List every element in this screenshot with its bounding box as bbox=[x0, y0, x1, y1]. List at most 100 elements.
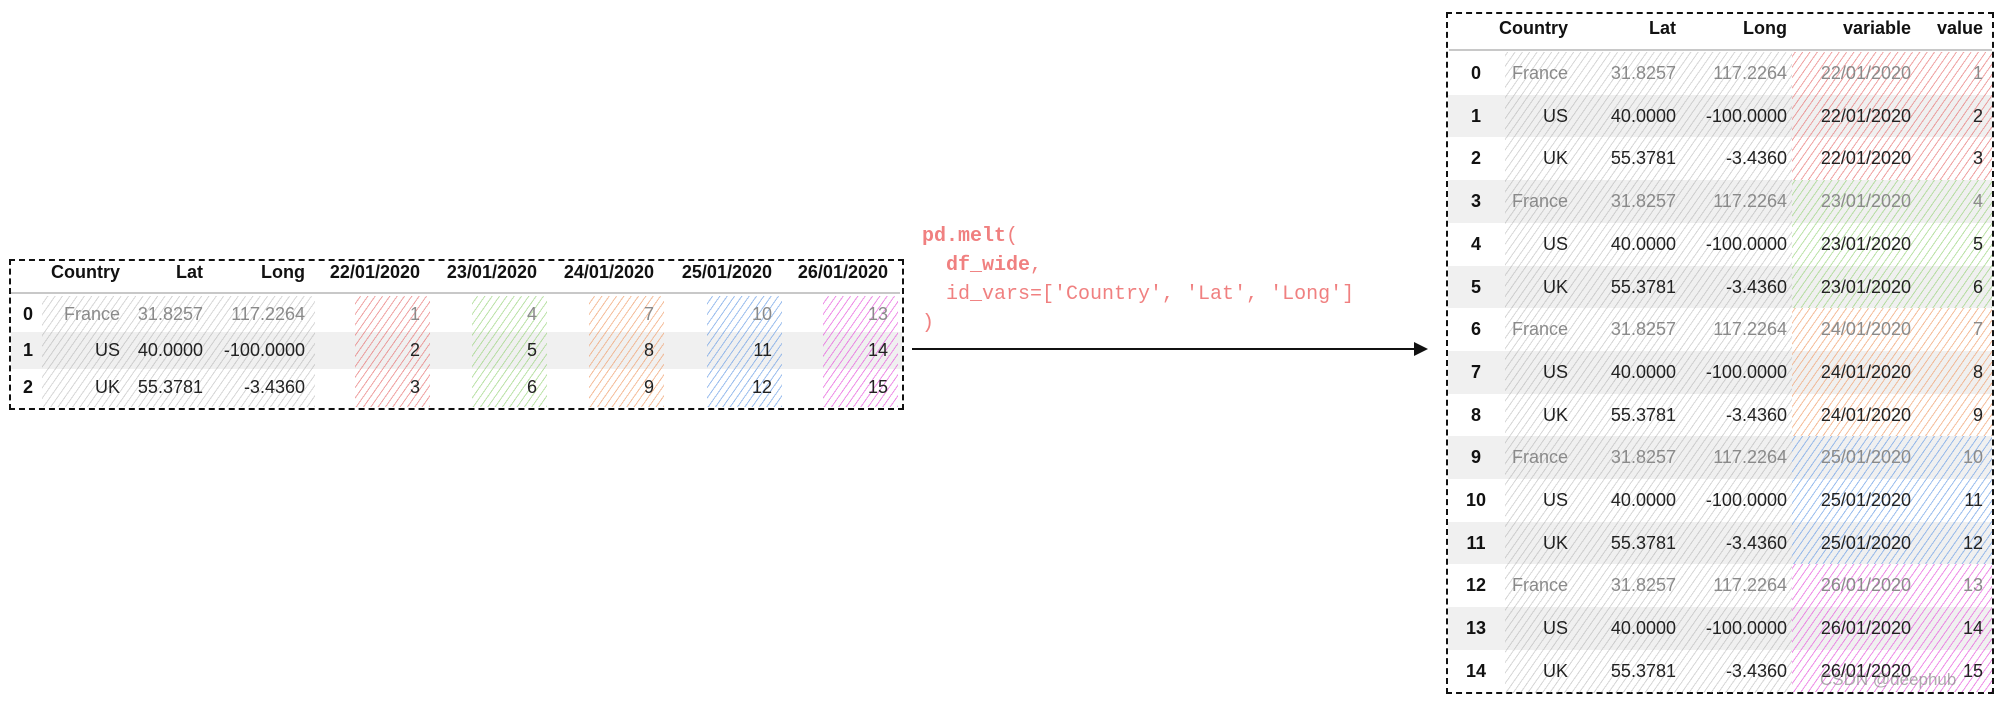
column-header: Country bbox=[1499, 18, 1568, 38]
table-cell: -100.0000 bbox=[1705, 618, 1787, 639]
table-cell: 24/01/2020 bbox=[1820, 361, 1911, 382]
column-header: Lat bbox=[176, 262, 203, 282]
melt-code: pd.melt( df_wide, id_vars=['Country', 'L… bbox=[922, 222, 1354, 338]
table-cell: 5 bbox=[526, 340, 537, 360]
table-cell: 40.0000 bbox=[1610, 490, 1676, 510]
table-cell: 55.3781 bbox=[1610, 276, 1676, 297]
column-header: Country bbox=[51, 262, 120, 282]
table-cell: UK bbox=[1542, 276, 1568, 297]
table-cell: 22/01/2020 bbox=[1820, 63, 1911, 83]
table-cell: 26/01/2020 bbox=[1820, 618, 1911, 639]
column-header: 26/01/2020 bbox=[797, 262, 888, 282]
table-cell: 9 bbox=[1972, 404, 1983, 425]
table-cell: -100.0000 bbox=[1705, 233, 1787, 254]
header-separator bbox=[11, 292, 900, 294]
table-cell: 25/01/2020 bbox=[1820, 490, 1911, 510]
table-cell: 2 bbox=[1972, 105, 1983, 126]
table-cell: 23/01/2020 bbox=[1820, 276, 1911, 297]
table-cell: 55.3781 bbox=[1610, 148, 1676, 169]
table-cell: 26/01/2020 bbox=[1820, 575, 1911, 596]
table-cell: US bbox=[1542, 361, 1568, 382]
table-cell: -3.4360 bbox=[1725, 148, 1787, 169]
table-cell: France bbox=[1511, 63, 1568, 83]
table-cell: -3.4360 bbox=[1725, 532, 1787, 553]
table-cell: 117.2264 bbox=[1713, 319, 1787, 340]
table-cell: 117.2264 bbox=[1713, 191, 1787, 212]
table-cell: 13 bbox=[1962, 575, 1983, 596]
table-cell: 9 bbox=[643, 377, 654, 397]
table-cell: 31.8257 bbox=[1610, 319, 1676, 340]
table-cell: 8 bbox=[643, 340, 654, 360]
table-cell: -100.0000 bbox=[1705, 105, 1787, 126]
column-header: Lat bbox=[1649, 18, 1676, 38]
code-arg-df: df_wide bbox=[946, 254, 1031, 277]
table-cell: -3.4360 bbox=[1725, 404, 1787, 425]
column-header: Long bbox=[1743, 18, 1787, 38]
code-id-vars: id_vars=['Country', 'Lat', 'Long'] bbox=[946, 283, 1355, 306]
column-header: 25/01/2020 bbox=[681, 262, 772, 282]
table-cell: 40.0000 bbox=[1610, 233, 1676, 254]
table-cell: 31.8257 bbox=[1610, 447, 1676, 468]
table-cell: 7 bbox=[1972, 319, 1983, 340]
table-cell: 40.0000 bbox=[1610, 361, 1676, 382]
table-cell: 40.0000 bbox=[1610, 105, 1676, 126]
column-header: 22/01/2020 bbox=[329, 262, 420, 282]
table-cell: 24/01/2020 bbox=[1820, 404, 1911, 425]
table-cell: 12 bbox=[751, 377, 772, 397]
table-cell: -3.4360 bbox=[243, 377, 305, 397]
table-cell: France bbox=[1511, 191, 1568, 212]
table-cell: 55.3781 bbox=[1610, 404, 1676, 425]
table-cell: 8 bbox=[1972, 361, 1983, 382]
table-cell: 23/01/2020 bbox=[1820, 233, 1911, 254]
table-cell: 31.8257 bbox=[1610, 63, 1676, 83]
column-header: Long bbox=[261, 262, 305, 282]
table-cell: 13 bbox=[867, 304, 888, 324]
watermark: CSDN @deephub bbox=[1820, 670, 1957, 689]
table-cell: US bbox=[1542, 618, 1568, 639]
code-paren-open: ( bbox=[1006, 225, 1019, 248]
code-func: pd.melt bbox=[922, 225, 1007, 248]
table-cell: 3 bbox=[1972, 148, 1983, 169]
arrow-head-icon bbox=[1414, 342, 1428, 356]
table-cell: US bbox=[1542, 233, 1568, 254]
table-cell: France bbox=[1511, 447, 1568, 468]
table-cell: -100.0000 bbox=[223, 340, 305, 360]
table-cell: 22/01/2020 bbox=[1820, 105, 1911, 126]
table-cell: 12 bbox=[1962, 532, 1983, 553]
table-cell: France bbox=[63, 304, 120, 324]
table-cell: 31.8257 bbox=[137, 304, 203, 324]
table-cell: 25/01/2020 bbox=[1820, 447, 1911, 468]
table-cell: 31.8257 bbox=[1610, 191, 1676, 212]
table-cell: 1 bbox=[1972, 63, 1983, 83]
table-cell: -3.4360 bbox=[1725, 660, 1787, 681]
table-cell: 25/01/2020 bbox=[1820, 532, 1911, 553]
table-cell: 2 bbox=[409, 340, 420, 360]
table-cell: 14 bbox=[1962, 618, 1983, 639]
table-cell: US bbox=[1542, 105, 1568, 126]
table-cell: 6 bbox=[526, 377, 537, 397]
table-cell: 11 bbox=[753, 340, 772, 360]
column-header: value bbox=[1936, 18, 1983, 38]
table-cell: 10 bbox=[751, 304, 772, 324]
table-cell: 14 bbox=[867, 340, 888, 360]
table-cell: 3 bbox=[409, 377, 420, 397]
table-cell: 4 bbox=[526, 304, 537, 324]
table-cell: 117.2264 bbox=[1713, 575, 1787, 596]
table-cell: UK bbox=[1542, 532, 1568, 553]
table-cell: -3.4360 bbox=[1725, 276, 1787, 297]
table-cell: France bbox=[1511, 575, 1568, 596]
table-cell: 117.2264 bbox=[1713, 63, 1787, 83]
table-cell: 10 bbox=[1962, 447, 1983, 468]
table-cell: 22/01/2020 bbox=[1820, 148, 1911, 169]
table-cell: 117.2264 bbox=[1713, 447, 1787, 468]
table-cell: 5 bbox=[1972, 233, 1983, 254]
code-paren-close: ) bbox=[922, 312, 935, 335]
table-cell: 24/01/2020 bbox=[1820, 319, 1911, 340]
table-cell: 1 bbox=[409, 304, 420, 324]
column-header: 23/01/2020 bbox=[446, 262, 537, 282]
table-cell: 6 bbox=[1972, 276, 1983, 297]
table-cell: 7 bbox=[643, 304, 654, 324]
table-cell: France bbox=[1511, 319, 1568, 340]
header-separator bbox=[1449, 49, 1992, 51]
table-cell: 55.3781 bbox=[1610, 532, 1676, 553]
